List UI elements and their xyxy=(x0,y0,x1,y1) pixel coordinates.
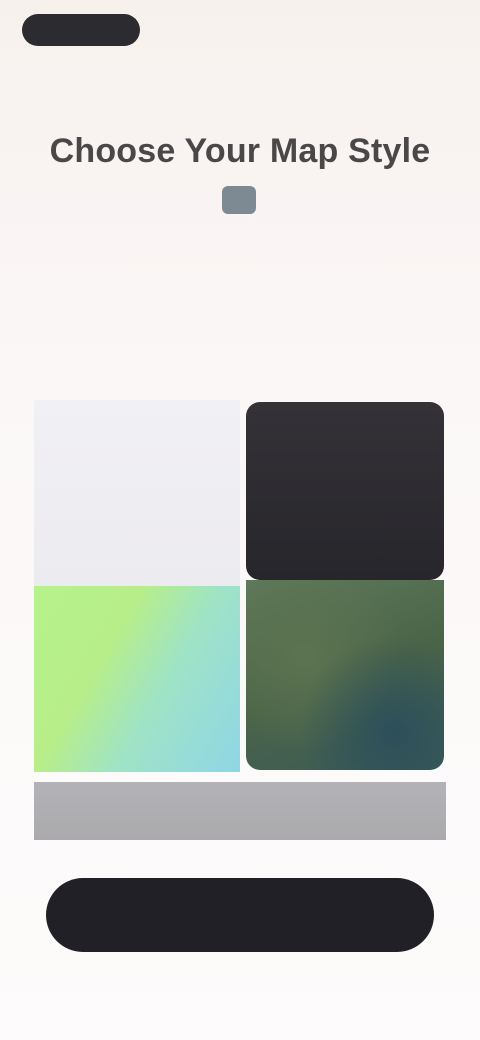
map-style-hybrid[interactable] xyxy=(34,586,240,772)
back-button[interactable] xyxy=(22,14,140,46)
map-style-satellite[interactable] xyxy=(246,580,444,770)
page-title: Choose Your Map Style xyxy=(49,132,431,170)
map-icon xyxy=(222,186,256,214)
continue-button[interactable] xyxy=(46,878,434,952)
map-style-dark[interactable] xyxy=(246,402,444,580)
map-style-light[interactable] xyxy=(34,400,240,586)
top-bar xyxy=(22,12,458,48)
selection-strip xyxy=(34,782,446,840)
map-style-grid xyxy=(34,400,446,772)
